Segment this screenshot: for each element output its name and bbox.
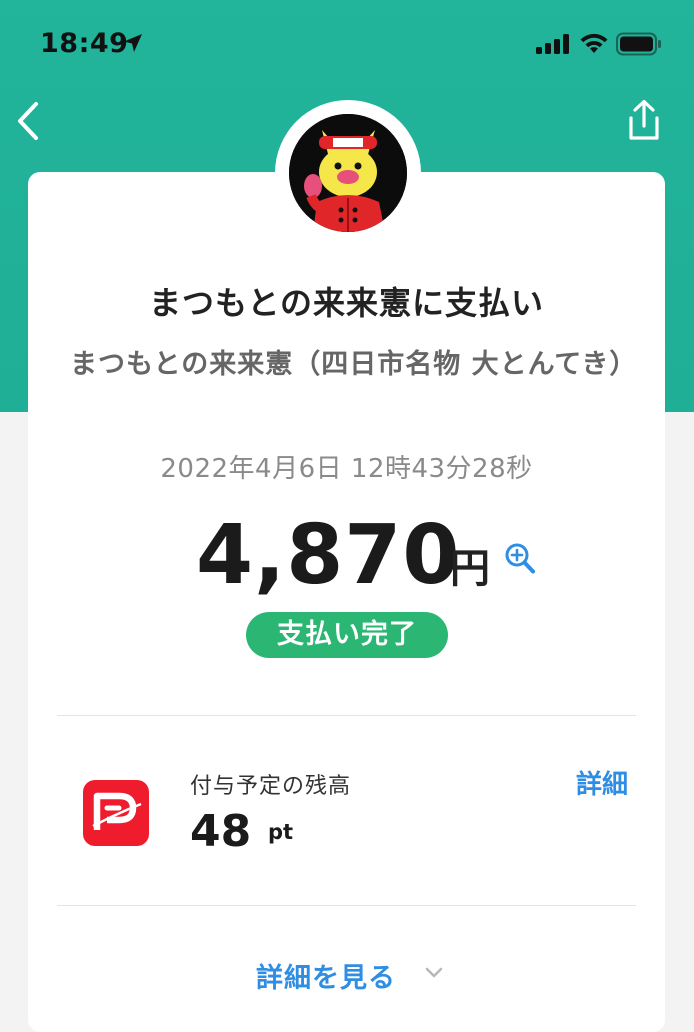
paypay-logo-icon [83, 780, 149, 846]
back-button[interactable] [10, 96, 50, 146]
merchant-mascot-icon [289, 114, 407, 232]
zoom-in-icon[interactable] [504, 542, 536, 576]
share-icon [629, 99, 659, 140]
store-name: まつもとの来来憲（四日市名物 大とんてき） [70, 349, 638, 380]
battery-icon [616, 32, 661, 56]
points-label: 付与予定の残高 [190, 774, 352, 799]
share-button[interactable] [622, 98, 666, 144]
points-details-link[interactable]: 詳細 [576, 764, 628, 801]
location-arrow-icon [124, 34, 142, 52]
payment-status-badge: 支払い完了 [246, 612, 448, 658]
merchant-avatar [289, 114, 407, 232]
divider [57, 715, 636, 716]
currency-label: 円 [450, 546, 490, 592]
divider [57, 905, 636, 906]
status-bar: 18:49 [0, 0, 694, 90]
chevron-left-icon [18, 102, 38, 140]
see-more-button[interactable]: 詳細を見る [256, 956, 396, 995]
chevron-down-icon[interactable] [424, 966, 444, 980]
points-value: 48 [190, 806, 252, 857]
payee-title: まつもとの来来憲に支払い [148, 284, 545, 322]
payment-datetime: 2022年4月6日 12時43分28秒 [160, 454, 533, 484]
wifi-icon [580, 33, 608, 53]
payment-amount: 4,870 [196, 508, 461, 603]
points-unit: pt [268, 820, 294, 844]
status-time: 18:49 [40, 28, 129, 59]
cellular-signal-icon [536, 34, 569, 54]
